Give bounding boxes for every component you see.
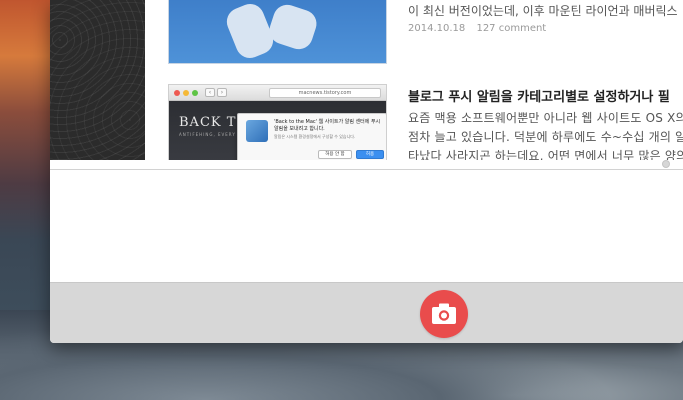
capture-button[interactable] [420,290,468,338]
app-window: 이 최신 버전이었는데, 이후 마운틴 라이언과 매버릭스 2014.10.18… [50,0,683,343]
zoom-dot-icon [192,90,198,96]
post-2-excerpt-line: 타났다 사라지곤 하는데요, 어떤 면에서 너무 많은 양의 [408,149,683,160]
dialog-body: 알림은 시스템 환경설정에서 구성할 수 있습니다. [274,134,356,139]
post-1-thumbnail[interactable] [168,0,387,64]
post-2-excerpt-line: 점차 늘고 있습니다. 덕분에 하루에도 수~수십 개의 알 [408,130,683,144]
post-1-comment-count[interactable]: 127 comment [476,23,546,34]
thumbnail-url-bar: macnews.tistory.com [269,88,381,98]
finder-face-shape [265,1,321,53]
site-app-icon [246,120,268,142]
post-2-title[interactable]: 블로그 푸시 알림을 카테고리별로 설정하거나 필 [408,86,670,105]
post-1-excerpt: 이 최신 버전이었는데, 이후 마운틴 라이언과 매버릭스 [408,4,678,18]
dialog-title: 'Back to the Mac' 웹 사이트가 알림 센터에 푸시 알림을 보… [274,119,381,132]
bottom-toolbar [50,282,683,343]
blog-content-preview: 이 최신 버전이었는데, 이후 마운틴 라이언과 매버릭스 2014.10.18… [145,0,683,160]
post-1-meta: 2014.10.18 127 comment [408,23,554,34]
post-2-thumbnail[interactable]: ‹ › macnews.tistory.com BACK T ANTIFEHIN… [168,84,387,160]
camera-icon [432,303,456,324]
dialog-allow-button: 허용 [356,150,384,159]
blog-sidebar-background [50,0,145,160]
thumbnail-site-tagline: ANTIFEHING, EVERY [179,132,236,137]
back-arrow-icon: ‹ [205,88,215,97]
minimize-dot-icon [183,90,189,96]
thumbnail-notification-dialog: 'Back to the Mac' 웹 사이트가 알림 센터에 푸시 알림을 보… [237,113,386,160]
post-2-excerpt-line: 요즘 맥용 소프트웨어뿐만 아니라 웹 사이트도 OS X의 [408,111,683,125]
empty-canvas-area [50,170,683,282]
dialog-deny-button: 허용 안 함 [318,150,352,159]
close-dot-icon [174,90,180,96]
scroll-indicator[interactable] [662,160,670,168]
forward-arrow-icon: › [217,88,227,97]
thumbnail-site-brand: BACK T [179,115,237,130]
post-1-date: 2014.10.18 [408,23,466,34]
thumbnail-browser-toolbar: ‹ › macnews.tistory.com [169,85,386,101]
